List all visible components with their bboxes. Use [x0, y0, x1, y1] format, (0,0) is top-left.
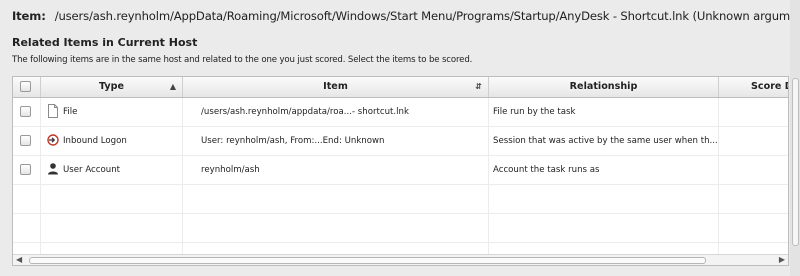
table-body: File /users/ash.reynholm/appdata/roa...-… [13, 98, 788, 265]
user-icon [47, 162, 59, 176]
vertical-scroll-thumb[interactable] [792, 78, 799, 246]
column-item-label: Item [323, 81, 348, 92]
type-label: File [63, 107, 78, 117]
row-checkbox[interactable] [20, 106, 31, 117]
row-checkbox-cell [13, 127, 41, 155]
inbound-logon-icon [47, 133, 59, 147]
scroll-right-icon[interactable]: ▶ [779, 255, 785, 265]
sort-ascending-icon: ▲ [169, 82, 176, 91]
sort-toggle-icon: ⇵ [475, 82, 482, 91]
column-type-label: Type [98, 81, 125, 92]
horizontal-scroll-thumb[interactable] [29, 257, 706, 264]
item-path-line: Item: /users/ash.reynholm/AppData/Roaming… [12, 9, 800, 23]
relationship-cell: Session that was active by the same user… [489, 127, 719, 155]
score-cell [719, 127, 788, 155]
header-checkbox-cell [13, 77, 41, 97]
column-header-score[interactable]: Score D [719, 77, 789, 97]
column-header-type[interactable]: Type ▲ [41, 77, 183, 97]
horizontal-scrollbar[interactable]: ◀ ▶ [13, 254, 788, 265]
item-cell: /users/ash.reynholm/appdata/roa...- shor… [183, 98, 489, 126]
table-row[interactable]: Inbound Logon User: reynholm/ash, From:.… [13, 127, 788, 156]
empty-cell [183, 214, 489, 242]
empty-row [13, 214, 788, 243]
column-header-relationship[interactable]: Relationship [489, 77, 719, 97]
score-cell [719, 156, 788, 184]
select-all-checkbox[interactable] [20, 81, 31, 92]
section-title: Related Items in Current Host [12, 36, 198, 49]
type-label: Inbound Logon [63, 136, 127, 146]
vertical-scrollbar[interactable] [790, 0, 800, 276]
item-path: /users/ash.reynholm/AppData/Roaming/Micr… [54, 9, 800, 23]
empty-row [13, 185, 788, 214]
empty-cell [13, 214, 41, 242]
related-items-table: Type ▲ Item ⇵ Relationship Score D File … [12, 76, 789, 266]
type-cell: Inbound Logon [41, 127, 183, 155]
score-cell [719, 98, 788, 126]
relationship-cell: Account the task runs as [489, 156, 719, 184]
empty-cell [719, 185, 788, 213]
item-cell: reynholm/ash [183, 156, 489, 184]
row-checkbox[interactable] [20, 164, 31, 175]
empty-cell [489, 185, 719, 213]
type-cell: User Account [41, 156, 183, 184]
empty-cell [41, 214, 183, 242]
item-label: Item: [12, 9, 46, 23]
empty-cell [183, 185, 489, 213]
column-header-item[interactable]: Item ⇵ [183, 77, 489, 97]
empty-cell [41, 185, 183, 213]
column-relationship-label: Relationship [569, 81, 638, 92]
scroll-left-icon[interactable]: ◀ [16, 255, 22, 265]
table-row[interactable]: User Account reynholm/ash Account the ta… [13, 156, 788, 185]
table-row[interactable]: File /users/ash.reynholm/appdata/roa...-… [13, 98, 788, 127]
section-description: The following items are in the same host… [12, 55, 473, 65]
row-checkbox-cell [13, 156, 41, 184]
file-icon [47, 103, 59, 118]
column-score-label: Score D [751, 81, 789, 92]
empty-cell [719, 214, 788, 242]
item-cell: User: reynholm/ash, From:...End: Unknown [183, 127, 489, 155]
relationship-cell: File run by the task [489, 98, 719, 126]
row-checkbox-cell [13, 98, 41, 126]
empty-cell [13, 185, 41, 213]
table-header: Type ▲ Item ⇵ Relationship Score D [13, 77, 788, 98]
type-cell: File [41, 98, 183, 126]
row-checkbox[interactable] [20, 135, 31, 146]
empty-cell [489, 214, 719, 242]
type-label: User Account [63, 165, 121, 175]
